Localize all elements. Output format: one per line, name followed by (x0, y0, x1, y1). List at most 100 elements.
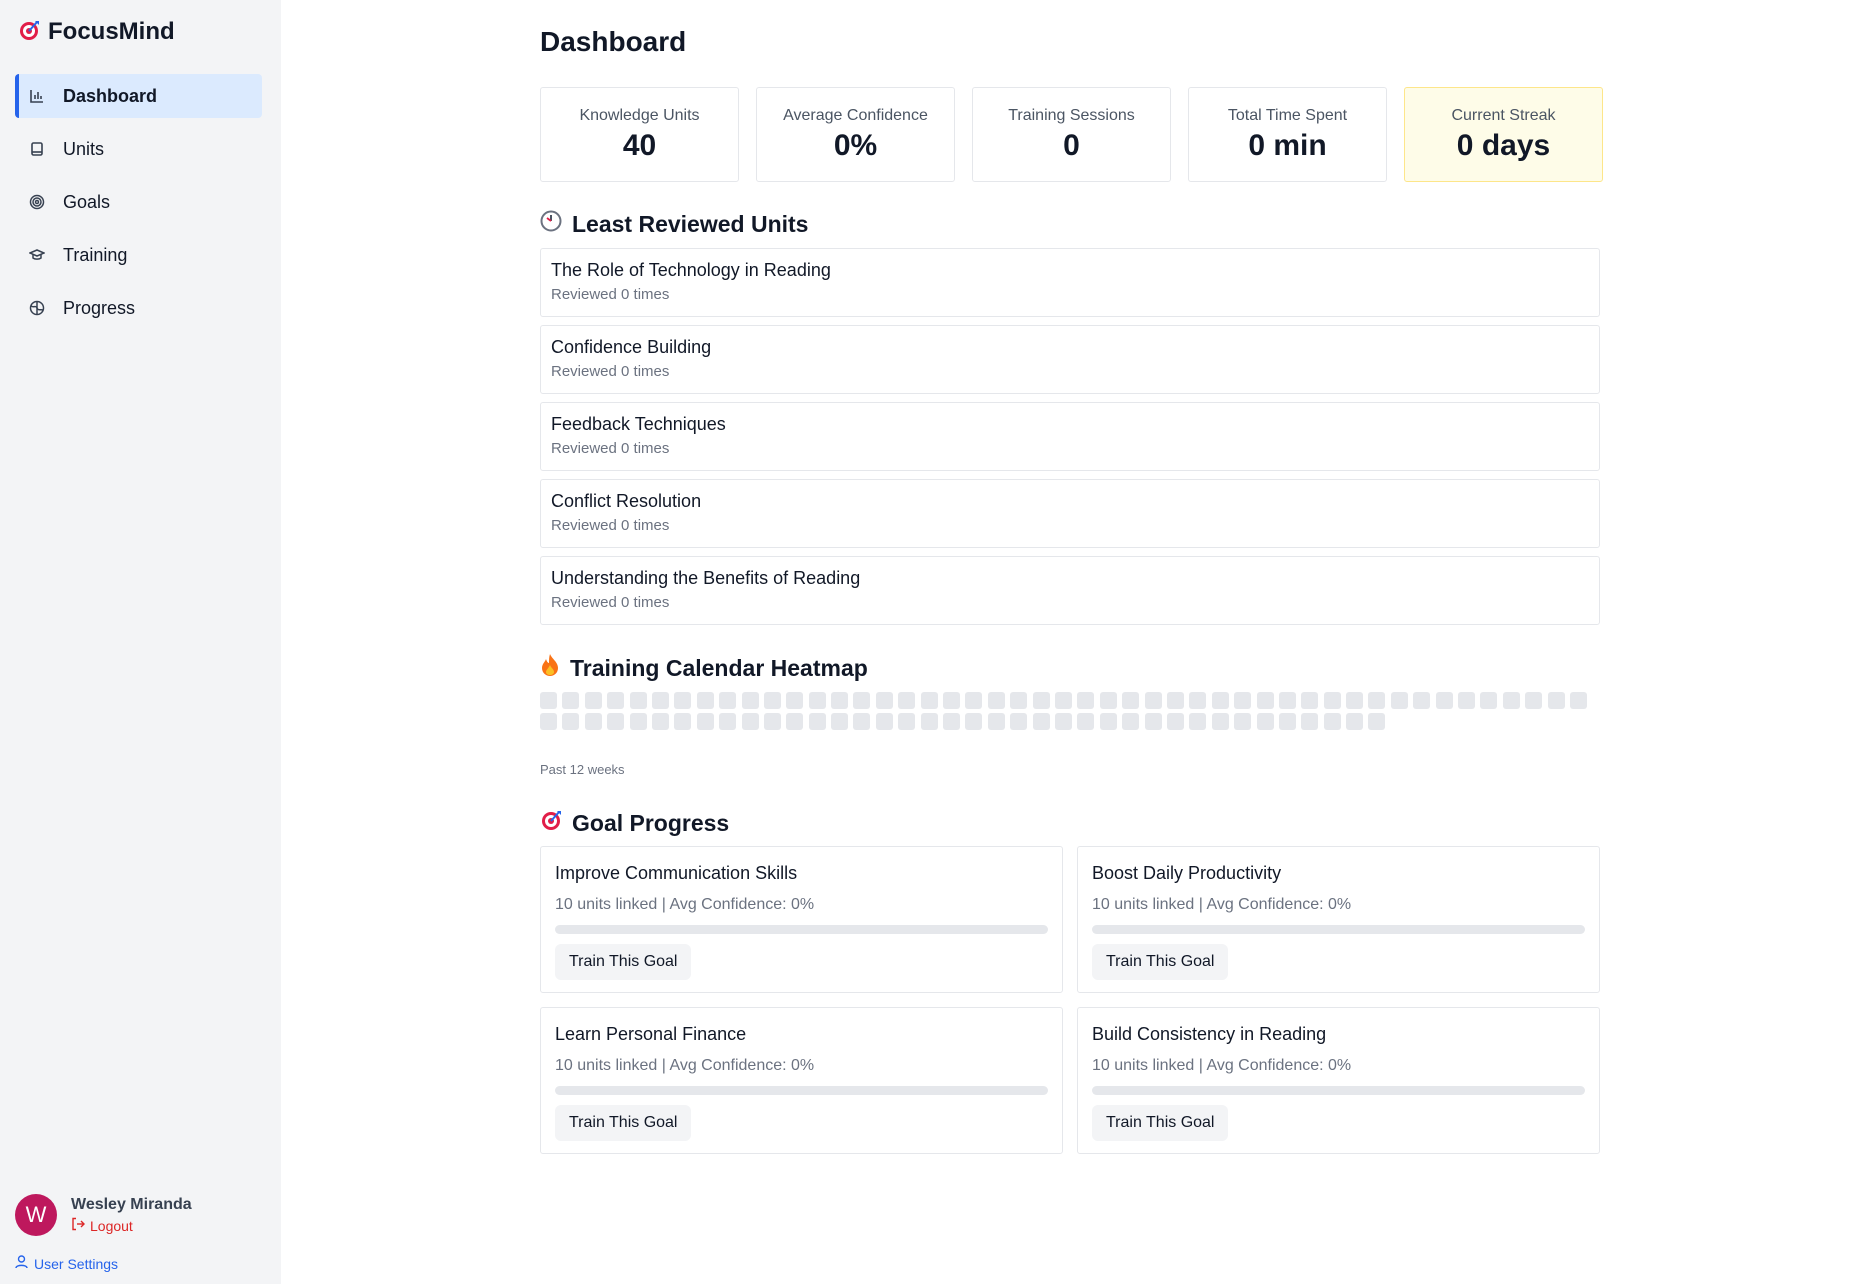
train-goal-button[interactable]: Train This Goal (555, 944, 692, 980)
sidebar-nav: Dashboard Units Goals Training Progress (15, 74, 262, 339)
heatmap-cell (1390, 692, 1408, 709)
avatar[interactable]: W (15, 1194, 57, 1236)
heatmap-cell (1458, 692, 1476, 709)
train-goal-button[interactable]: Train This Goal (555, 1105, 692, 1141)
unit-name: Conflict Resolution (551, 491, 702, 511)
heatmap-cell (1010, 692, 1028, 709)
list-item[interactable]: Conflict Resolution Reviewed 0 times (540, 479, 1600, 548)
heatmap-cell (1122, 713, 1140, 730)
heatmap-cell (1077, 692, 1095, 709)
goal-grid: Improve Communication Skills 10 units li… (540, 846, 1600, 1154)
page-title: Dashboard (540, 26, 687, 57)
heatmap-cell (584, 692, 602, 709)
user-settings-link[interactable]: User Settings (15, 1255, 118, 1272)
sidebar-item-goals[interactable]: Goals (15, 180, 262, 224)
goal-meta: 10 units linked | Avg Confidence: 0% (555, 896, 815, 913)
unit-meta: Reviewed 0 times (551, 286, 670, 303)
heatmap-cell (1323, 692, 1341, 709)
unit-meta: Reviewed 0 times (551, 440, 670, 457)
heatmap-cell (1234, 713, 1252, 730)
heatmap-cell (651, 692, 669, 709)
globe-icon (29, 300, 45, 316)
list-item[interactable]: Feedback Techniques Reviewed 0 times (540, 402, 1600, 471)
heatmap-cell (763, 692, 781, 709)
heatmap-cell (1368, 713, 1386, 730)
user-settings-label: User Settings (34, 1255, 119, 1272)
heatmap-cell (1368, 692, 1386, 709)
unit-name: Feedback Techniques (551, 414, 726, 434)
heatmap-cell (965, 692, 983, 709)
train-goal-button[interactable]: Train This Goal (1092, 1105, 1229, 1141)
heatmap-cell (1323, 713, 1341, 730)
stat-label: Average Confidence (783, 106, 928, 124)
training-heatmap: Past 12 weeks (540, 692, 1600, 777)
heatmap-cell (808, 713, 826, 730)
heatmap-cell (987, 713, 1005, 730)
heatmap-cell (584, 713, 602, 730)
section-title: Goal Progress (572, 809, 730, 836)
goal-meta: 10 units linked | Avg Confidence: 0% (1092, 896, 1352, 913)
heatmap-cell (808, 692, 826, 709)
sidebar-item-units[interactable]: Units (15, 127, 262, 171)
target-icon (18, 19, 40, 46)
stat-label: Total Time Spent (1227, 106, 1348, 124)
progress-bar (555, 1086, 1048, 1095)
sidebar-item-label: Goals (63, 191, 111, 212)
sidebar: FocusMind Dashboard Units Goals Training… (0, 0, 281, 1284)
heatmap-cell (1525, 692, 1543, 709)
goal-meta: 10 units linked | Avg Confidence: 0% (1092, 1057, 1352, 1074)
progress-bar (1092, 925, 1585, 934)
heatmap-cell (1077, 713, 1095, 730)
heatmap-caption: Past 12 weeks (540, 762, 625, 777)
heatmap-cell (943, 713, 961, 730)
logout-icon (71, 1217, 85, 1234)
flame-icon (540, 653, 560, 683)
heatmap-cell (1054, 713, 1072, 730)
heatmap-cell (1547, 692, 1565, 709)
target-icon (540, 809, 562, 837)
heatmap-cell (629, 692, 647, 709)
list-item[interactable]: Understanding the Benefits of Reading Re… (540, 556, 1600, 625)
list-item[interactable]: Confidence Building Reviewed 0 times (540, 325, 1600, 394)
list-item[interactable]: The Role of Technology in Reading Review… (540, 248, 1600, 317)
stat-value: 40 (622, 128, 657, 162)
heatmap-cell (1166, 713, 1184, 730)
heatmap-cell (1301, 692, 1319, 709)
unit-name: Confidence Building (551, 337, 712, 357)
heatmap-cell (1054, 692, 1072, 709)
target-icon (29, 194, 45, 210)
heatmap-cell (965, 713, 983, 730)
heatmap-cell (651, 713, 669, 730)
stat-value: 0% (833, 128, 878, 162)
heatmap-cell (1346, 692, 1364, 709)
heatmap-cell (920, 692, 938, 709)
heatmap-cell (831, 713, 849, 730)
heatmap-cell (786, 713, 804, 730)
sidebar-item-dashboard[interactable]: Dashboard (15, 74, 262, 118)
heatmap-cell (540, 692, 557, 709)
heatmap-cell (1189, 713, 1207, 730)
heatmap-cell (719, 692, 737, 709)
sidebar-item-training[interactable]: Training (15, 233, 262, 277)
heatmap-cell (1099, 692, 1117, 709)
section-title: Least Reviewed Units (572, 210, 809, 237)
app-name: FocusMind (48, 18, 175, 45)
goal-name: Boost Daily Productivity (1092, 863, 1282, 883)
heatmap-cell (1234, 692, 1252, 709)
train-goal-button[interactable]: Train This Goal (1092, 944, 1229, 980)
stat-label: Current Streak (1451, 106, 1556, 124)
brand[interactable]: FocusMind (18, 18, 175, 46)
heatmap-cell (786, 692, 804, 709)
heatmap-cell (1301, 713, 1319, 730)
heatmap-cell (1256, 713, 1274, 730)
heatmap-cell (1346, 713, 1364, 730)
heatmap-cell (741, 692, 759, 709)
heatmap-heading: Training Calendar Heatmap (540, 653, 868, 683)
heatmap-cell (1480, 692, 1498, 709)
stat-card-knowledge-units: Knowledge Units 40 (540, 87, 739, 182)
sidebar-item-progress[interactable]: Progress (15, 286, 262, 330)
stat-label: Knowledge Units (579, 106, 700, 124)
unit-meta: Reviewed 0 times (551, 517, 670, 534)
heatmap-cell (1144, 713, 1162, 730)
logout-button[interactable]: Logout (71, 1217, 192, 1234)
